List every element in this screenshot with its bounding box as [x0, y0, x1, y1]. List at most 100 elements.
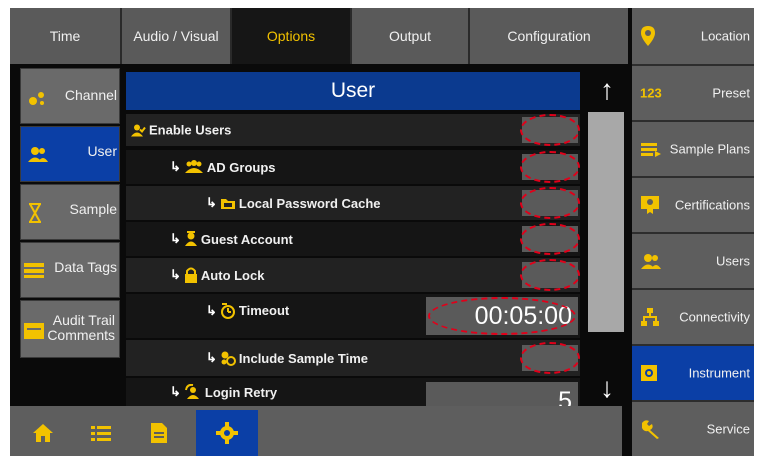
- sub-arrow-icon: ↳: [206, 350, 217, 365]
- folder-icon: [220, 198, 235, 209]
- tab-options[interactable]: Options: [232, 8, 352, 64]
- sample-plans-icon: [640, 141, 662, 157]
- document-icon: [151, 423, 167, 443]
- side-nav-sample[interactable]: Sample: [20, 184, 120, 240]
- users-icon: [27, 145, 49, 163]
- local-password-cache-checkbox[interactable]: [520, 187, 580, 219]
- tab-time[interactable]: Time: [10, 8, 122, 64]
- right-nav-label: Users: [716, 253, 750, 269]
- lock-icon: [184, 267, 197, 283]
- side-nav-label: Sample: [69, 201, 117, 217]
- sub-arrow-icon: ↳: [170, 384, 181, 399]
- side-nav-label: Data Tags: [54, 259, 117, 275]
- row-label-text: Local Password Cache: [238, 195, 381, 211]
- list-icon: [91, 426, 111, 441]
- highlight-oval: [428, 297, 576, 335]
- row-label: ↳ AD Groups: [170, 159, 276, 175]
- guest-account-checkbox[interactable]: [520, 223, 580, 255]
- settings-button[interactable]: [196, 410, 258, 456]
- group-icon: [184, 160, 203, 173]
- right-nav-sample-plans[interactable]: Sample Plans: [632, 120, 754, 176]
- right-nav-label: Certifications: [674, 197, 750, 213]
- sub-arrow-icon: ↳: [170, 231, 181, 246]
- hourglass-icon: [27, 203, 43, 223]
- row-label: Enable Users: [130, 123, 231, 138]
- highlight-oval: [520, 151, 580, 183]
- document-button[interactable]: [132, 410, 186, 456]
- app-frame: Time Audio / Visual Options Output Confi…: [10, 8, 754, 456]
- right-nav-instrument[interactable]: Instrument: [632, 344, 754, 400]
- scroll-up-button[interactable]: ↑: [586, 72, 628, 108]
- arrow-down-icon: ↓: [600, 372, 614, 403]
- right-nav-preset[interactable]: 123 Preset: [632, 64, 754, 120]
- login-retry-value: 5: [558, 387, 572, 406]
- instrument-icon: [640, 364, 658, 382]
- preset-123-icon: 123: [640, 85, 662, 101]
- row-label: ↳ Auto Lock: [170, 267, 264, 283]
- row-label-text: Timeout: [238, 303, 290, 319]
- highlight-oval: [520, 114, 580, 146]
- include-sample-time-checkbox[interactable]: [520, 342, 580, 374]
- row-label: ↳ Local Password Cache: [206, 195, 381, 211]
- tab-label: Output: [388, 28, 432, 44]
- data-tags-icon: [23, 261, 45, 279]
- right-nav-users[interactable]: Users: [632, 232, 754, 288]
- scroll-down-button[interactable]: ↓: [586, 370, 628, 406]
- location-pin-icon: [640, 25, 656, 47]
- right-nav-connectivity[interactable]: Connectivity: [632, 288, 754, 344]
- right-nav-label: Sample Plans: [669, 141, 750, 157]
- setting-row-include-sample-time: ↳ Include Sample Time: [126, 340, 580, 376]
- channel-icon: [27, 89, 47, 107]
- scrollbar-thumb[interactable]: [588, 112, 624, 332]
- setting-row-guest-account: ↳ Guest Account: [126, 222, 580, 256]
- tab-audio-visual[interactable]: Audio / Visual: [122, 8, 232, 64]
- wrench-icon: [640, 418, 662, 440]
- timeout-value-field[interactable]: 00:05:00: [426, 297, 578, 335]
- row-label: ↳ Guest Account: [170, 231, 293, 247]
- users-icon: [640, 252, 662, 270]
- row-label-text: Include Sample Time: [238, 350, 368, 366]
- right-nav-location[interactable]: Location: [632, 8, 754, 64]
- side-nav-audit-trail-comments[interactable]: Audit Trail Comments: [20, 300, 120, 358]
- right-nav-label: Service: [706, 421, 750, 437]
- right-nav-certifications[interactable]: Certifications: [632, 176, 754, 232]
- setting-row-login-retry: ↳ Login Retry 5: [126, 378, 580, 406]
- side-nav-channel[interactable]: Channel: [20, 68, 120, 124]
- home-icon: [33, 424, 53, 442]
- row-label-text: Auto Lock: [200, 267, 265, 283]
- enable-users-checkbox[interactable]: [520, 114, 580, 146]
- right-nav-service[interactable]: Service: [632, 400, 754, 456]
- arrow-up-icon: ↑: [600, 74, 614, 105]
- side-nav-label: Audit Trail Comments: [47, 312, 115, 343]
- highlight-oval: [520, 223, 580, 255]
- tab-label: Options: [266, 28, 316, 44]
- setting-row-timeout: ↳ Timeout 00:05:00: [126, 294, 580, 338]
- highlight-oval: [520, 342, 580, 374]
- sub-arrow-icon: ↳: [206, 195, 217, 210]
- login-retry-value-field[interactable]: 5: [426, 382, 578, 406]
- ad-groups-checkbox[interactable]: [520, 151, 580, 183]
- network-icon: [640, 307, 660, 327]
- gear-icon: [216, 422, 238, 444]
- tab-label: Time: [49, 28, 81, 44]
- side-nav-data-tags[interactable]: Data Tags: [20, 242, 120, 298]
- home-button[interactable]: [16, 410, 70, 456]
- right-nav-label: Preset: [712, 85, 750, 101]
- tab-configuration[interactable]: Configuration: [470, 8, 628, 64]
- setting-row-enable-users: Enable Users: [126, 114, 580, 146]
- tab-label: Configuration: [507, 28, 591, 44]
- setting-row-local-password-cache: ↳ Local Password Cache: [126, 186, 580, 220]
- row-label: ↳ Timeout: [206, 302, 290, 319]
- list-button[interactable]: [74, 410, 128, 456]
- tab-output[interactable]: Output: [352, 8, 470, 64]
- side-nav-user[interactable]: User: [20, 126, 120, 182]
- auto-lock-checkbox[interactable]: [520, 259, 580, 291]
- row-label-text: AD Groups: [206, 159, 276, 175]
- row-label-text: Enable Users: [149, 122, 232, 138]
- timer-icon: [220, 302, 235, 319]
- highlight-oval: [520, 259, 580, 291]
- right-nav-label: Connectivity: [679, 309, 750, 325]
- retry-icon: [184, 384, 199, 399]
- setting-row-ad-groups: ↳ AD Groups: [126, 150, 580, 184]
- right-nav-label: Instrument: [688, 365, 750, 381]
